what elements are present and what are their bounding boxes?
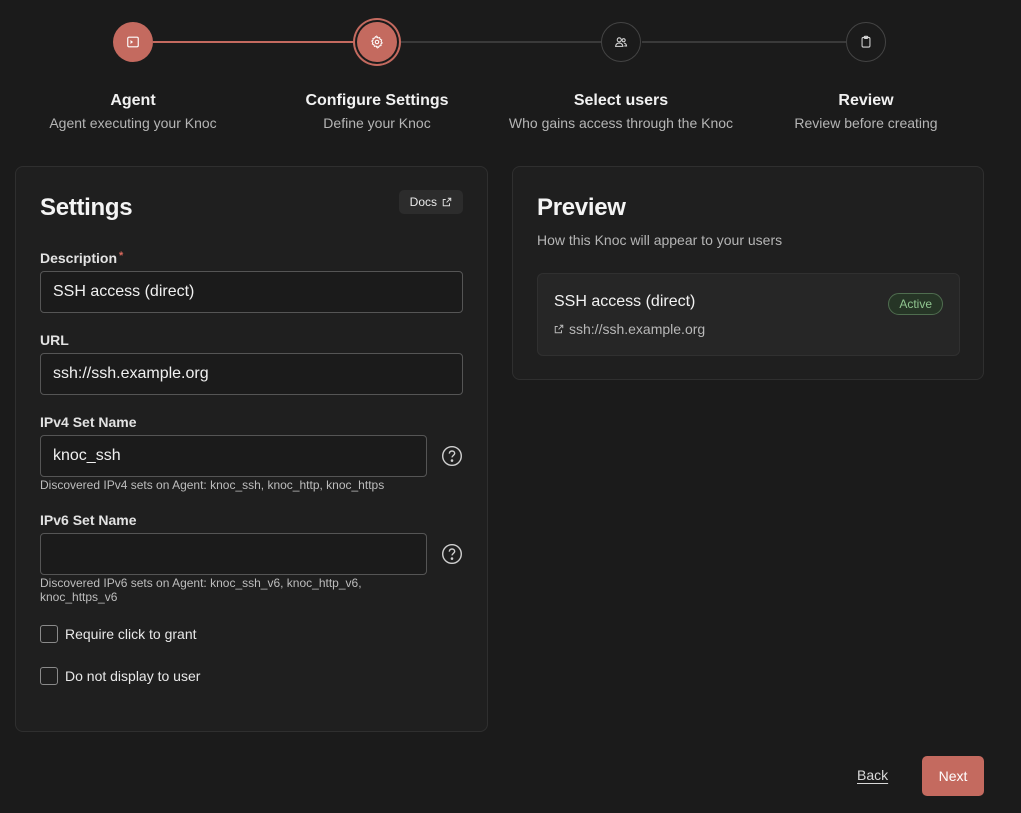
step-3-circle[interactable]	[601, 22, 641, 62]
terminal-icon	[127, 36, 139, 48]
ipv4-label: IPv4 Set Name	[40, 414, 137, 430]
ipv6-set-input[interactable]	[40, 533, 427, 575]
gear-icon	[371, 35, 383, 49]
step-1-subtitle: Agent executing your Knoc	[49, 115, 217, 131]
back-link[interactable]: Back	[857, 767, 888, 783]
step-2-circle[interactable]	[357, 22, 397, 62]
require-click-checkbox[interactable]	[40, 625, 58, 643]
ipv4-help-icon[interactable]	[441, 445, 463, 467]
step-1-title: Agent	[110, 92, 156, 109]
step-4-title: Review	[838, 92, 894, 109]
ipv6-help-icon[interactable]	[441, 543, 463, 565]
settings-card: Settings Docs Description* URL IPv4 Set …	[15, 166, 488, 732]
preview-item-url-text: ssh://ssh.example.org	[569, 321, 706, 337]
description-label-text: Description	[40, 250, 118, 266]
require-click-option[interactable]: Require click to grant	[40, 625, 197, 643]
step-connector-1	[153, 41, 356, 43]
external-link-icon	[442, 197, 452, 207]
step-3-subtitle: Who gains access through the Knoc	[508, 115, 734, 131]
required-marker: *	[119, 250, 124, 262]
step-2-title: Configure Settings	[305, 92, 449, 109]
settings-title: Settings	[40, 194, 133, 221]
preview-subtitle: How this Knoc will appear to your users	[537, 232, 783, 248]
description-label: Description *	[40, 250, 123, 266]
ipv4-set-input[interactable]	[40, 435, 427, 477]
url-label: URL	[40, 332, 69, 348]
preview-title: Preview	[537, 194, 626, 221]
step-4-text: Review Review before creating	[746, 92, 986, 131]
hide-from-user-option[interactable]: Do not display to user	[40, 667, 200, 685]
step-2-text: Configure Settings Define your Knoc	[257, 92, 497, 131]
preview-item-url: ssh://ssh.example.org	[554, 321, 705, 337]
description-input[interactable]	[40, 271, 463, 313]
hide-from-user-checkbox[interactable]	[40, 667, 58, 685]
clipboard-icon	[861, 35, 871, 48]
progress-stepper: Agent Agent executing your Knoc Configur…	[0, 0, 1021, 150]
external-link-icon	[554, 324, 564, 334]
next-button[interactable]: Next	[922, 756, 984, 796]
step-connector-3	[642, 41, 846, 43]
ipv6-label: IPv6 Set Name	[40, 512, 137, 528]
preview-card: Preview How this Knoc will appear to you…	[512, 166, 984, 380]
step-4-subtitle: Review before creating	[794, 115, 938, 131]
step-1-circle[interactable]	[113, 22, 153, 62]
ipv4-hint: Discovered IPv4 sets on Agent: knoc_ssh,…	[40, 478, 385, 492]
step-4-circle[interactable]	[846, 22, 886, 62]
hide-from-user-label: Do not display to user	[65, 668, 201, 684]
docs-label: Docs	[409, 195, 437, 209]
preview-item-title: SSH access (direct)	[554, 293, 696, 310]
preview-knoc-item: SSH access (direct) Active ssh://ssh.exa…	[537, 273, 960, 356]
step-2-subtitle: Define your Knoc	[323, 115, 431, 131]
url-input[interactable]	[40, 353, 463, 395]
step-3-title: Select users	[573, 92, 669, 109]
step-connector-2	[398, 41, 601, 43]
status-badge: Active	[888, 293, 943, 315]
users-icon	[614, 37, 628, 47]
step-1-text: Agent Agent executing your Knoc	[13, 92, 253, 131]
step-3-text: Select users Who gains access through th…	[501, 92, 741, 131]
docs-button[interactable]: Docs	[398, 190, 463, 214]
require-click-label: Require click to grant	[65, 626, 197, 642]
ipv6-hint: Discovered IPv6 sets on Agent: knoc_ssh_…	[40, 576, 362, 604]
